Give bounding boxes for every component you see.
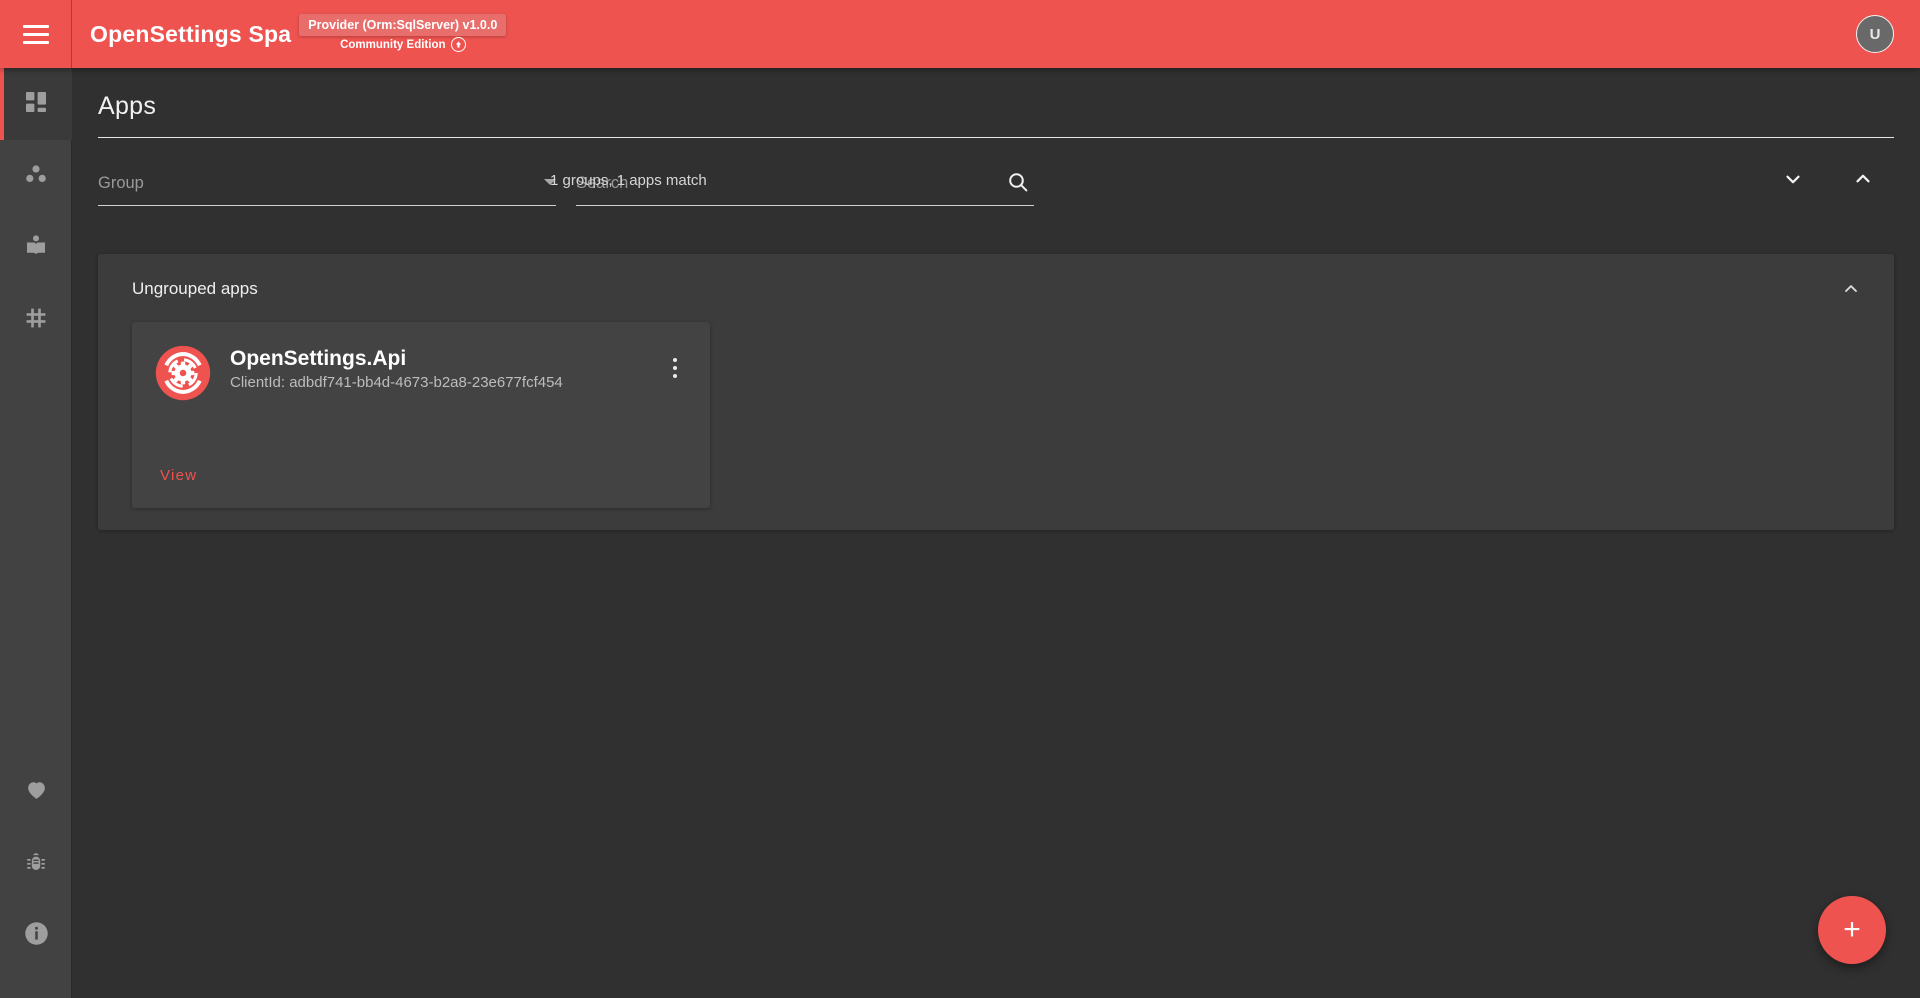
avatar[interactable]: U [1856, 15, 1894, 53]
search-icon[interactable] [1006, 170, 1030, 199]
bug-icon [24, 850, 48, 879]
hash-icon [24, 306, 48, 335]
top-app-bar: OpenSettings Spa Provider (Orm:SqlServer… [0, 0, 1920, 68]
page-title: Apps [98, 68, 1894, 137]
arrow-up-circle-icon[interactable] [451, 37, 466, 52]
group-panel: Ungrouped apps [98, 254, 1894, 530]
heart-icon [24, 777, 49, 807]
group-header[interactable]: Ungrouped apps [98, 254, 1894, 312]
book-icon [24, 234, 48, 263]
brand-title: OpenSettings Spa [90, 0, 291, 68]
brand-area: OpenSettings Spa Provider (Orm:SqlServer… [72, 0, 506, 68]
group-collapse-button[interactable] [1834, 276, 1868, 302]
group-select[interactable]: Group [98, 173, 556, 206]
app-client-id: ClientId: adbdf741-bb4d-4673-b2a8-23e677… [230, 373, 658, 393]
sidebar-item-about[interactable] [0, 900, 72, 972]
body-row: Apps Group Search [0, 68, 1920, 998]
group-dots-icon [24, 162, 48, 191]
group-name: Ungrouped apps [132, 279, 258, 299]
sidebar [0, 68, 72, 998]
filter-toolbar: Group Search [98, 138, 1894, 206]
app-card-actions: View [132, 461, 710, 508]
app-card-list: OpenSettings.Api ClientId: adbdf741-bb4d… [98, 312, 1894, 508]
sidebar-item-clients[interactable] [0, 140, 72, 212]
plus-icon: + [1843, 915, 1861, 945]
match-summary: 1 groups, 1 apps match [550, 172, 707, 189]
provider-badge-text: Provider (Orm:SqlServer) v1.0.0 [299, 14, 506, 36]
add-app-fab[interactable]: + [1818, 896, 1886, 964]
menu-toggle-button[interactable] [0, 0, 72, 68]
collapse-all-button[interactable] [1846, 166, 1880, 192]
bulk-actions [1776, 166, 1894, 206]
app-card-header: OpenSettings.Api ClientId: adbdf741-bb4d… [132, 322, 710, 402]
sidebar-item-sponsor[interactable] [0, 756, 72, 828]
info-circle-icon [23, 920, 50, 952]
grid-dashboard-icon [24, 90, 48, 119]
hamburger-icon [23, 25, 49, 44]
provider-badge: Provider (Orm:SqlServer) v1.0.0 Communit… [299, 14, 506, 52]
sidebar-bottom-group [0, 756, 71, 998]
sidebar-item-docs[interactable] [0, 212, 72, 284]
edition-label: Community Edition [340, 39, 445, 51]
search-field-underline [576, 205, 1034, 206]
opensettings-gear-icon [154, 344, 212, 402]
view-button[interactable]: View [158, 461, 199, 490]
expand-all-button[interactable] [1776, 166, 1810, 192]
app-name: OpenSettings.Api [230, 346, 658, 371]
group-select-underline [98, 205, 556, 206]
edition-row: Community Edition [340, 37, 465, 52]
sidebar-top-group [0, 68, 71, 356]
kebab-menu-icon[interactable] [658, 348, 692, 388]
app-card-texts: OpenSettings.Api ClientId: adbdf741-bb4d… [230, 344, 658, 393]
group-select-label: Group [98, 173, 144, 205]
sidebar-item-issues[interactable] [0, 828, 72, 900]
sidebar-item-tags[interactable] [0, 284, 72, 356]
sidebar-item-dashboard[interactable] [0, 68, 72, 140]
app-card[interactable]: OpenSettings.Api ClientId: adbdf741-bb4d… [132, 322, 710, 508]
main-content: Apps Group Search [72, 68, 1920, 998]
app-root: OpenSettings Spa Provider (Orm:SqlServer… [0, 0, 1920, 998]
